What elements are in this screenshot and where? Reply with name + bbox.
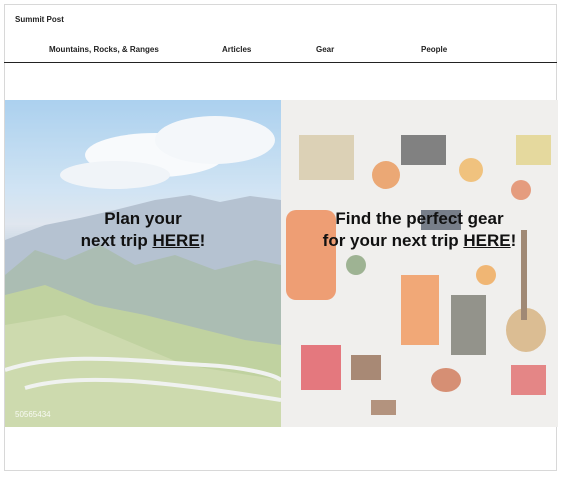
nav-articles[interactable]: Articles bbox=[222, 45, 251, 54]
main-nav: Mountains, Rocks, & Ranges Articles Gear… bbox=[4, 42, 557, 62]
find-gear-cta: Find the perfect gear for your next trip… bbox=[281, 208, 558, 252]
nav-gear[interactable]: Gear bbox=[316, 45, 334, 54]
image-watermark: 50565434 bbox=[15, 410, 51, 419]
nav-people[interactable]: People bbox=[421, 45, 447, 54]
find-gear-exclaim: ! bbox=[510, 231, 517, 250]
site-title[interactable]: Summit Post bbox=[15, 15, 64, 24]
plan-trip-cta: Plan your next trip HERE! bbox=[5, 208, 281, 252]
find-gear-line1: Find the perfect gear bbox=[335, 209, 504, 228]
plan-trip-link[interactable]: HERE bbox=[152, 231, 199, 250]
nav-divider bbox=[4, 62, 557, 63]
find-gear-line2: for your next trip bbox=[322, 231, 464, 250]
plan-trip-banner[interactable]: Plan your next trip HERE! 50565434 bbox=[5, 100, 281, 427]
find-gear-banner[interactable]: Find the perfect gear for your next trip… bbox=[281, 100, 558, 427]
nav-mountains[interactable]: Mountains, Rocks, & Ranges bbox=[49, 45, 159, 54]
find-gear-link[interactable]: HERE bbox=[463, 231, 510, 250]
plan-trip-line2: next trip bbox=[80, 231, 153, 250]
plan-trip-line1: Plan your bbox=[104, 209, 182, 228]
plan-trip-exclaim: ! bbox=[199, 231, 206, 250]
